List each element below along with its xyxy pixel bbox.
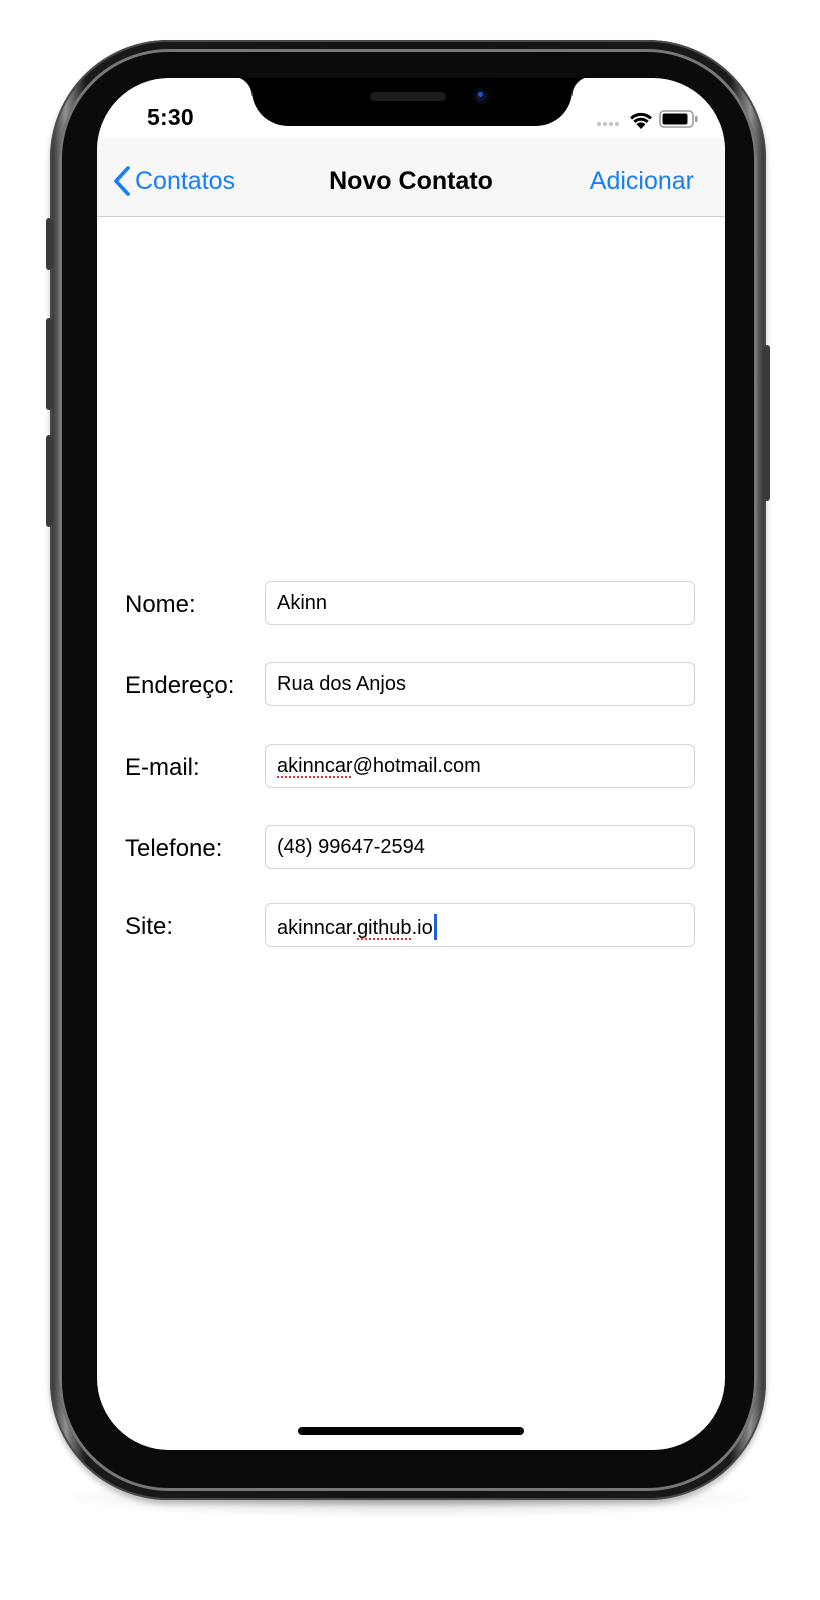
nome-field[interactable]: Akinn <box>265 581 695 625</box>
wifi-icon <box>630 112 652 129</box>
telefone-label: Telefone: <box>125 835 223 862</box>
email-value-misspelled: akinncar <box>277 755 353 777</box>
power-button <box>764 345 770 501</box>
volume-up-button <box>46 318 52 410</box>
site-field[interactable]: akinncar.github.io <box>265 903 695 947</box>
notch <box>232 78 592 126</box>
form-row-endereco: Endereço: Rua dos Anjos <box>97 662 725 710</box>
site-value-misspelled: github <box>357 917 412 939</box>
site-value-pre: akinncar. <box>277 917 358 939</box>
form-row-site: Site: akinncar.github.io <box>97 903 725 951</box>
text-cursor <box>433 914 437 940</box>
home-indicator[interactable] <box>298 1427 524 1435</box>
navigation-bar: Contatos Novo Contato Adicionar <box>97 138 725 217</box>
signal-dots-icon <box>597 122 623 128</box>
battery-icon <box>659 110 698 128</box>
form-row-email: E-mail: akinncar@hotmail.com <box>97 744 725 792</box>
endereco-field[interactable]: Rua dos Anjos <box>265 662 695 706</box>
screen: 5:30 Contatos Novo Contato Adicionar Nom… <box>97 78 725 1450</box>
email-field[interactable]: akinncar@hotmail.com <box>265 744 695 788</box>
nome-label: Nome: <box>125 591 196 618</box>
nome-value: Akinn <box>277 592 328 614</box>
speaker-grill <box>370 92 446 101</box>
mute-switch <box>46 218 52 270</box>
email-value-rest: @hotmail.com <box>352 755 481 777</box>
form-row-nome: Nome: Akinn <box>97 581 725 629</box>
volume-down-button <box>46 435 52 527</box>
add-button[interactable]: Adicionar <box>590 167 694 196</box>
email-label: E-mail: <box>125 754 200 781</box>
endereco-value: Rua dos Anjos <box>277 673 406 695</box>
form-row-telefone: Telefone: (48) 99647-2594 <box>97 825 725 873</box>
site-value-post: .io <box>411 917 433 939</box>
telefone-field[interactable]: (48) 99647-2594 <box>265 825 695 869</box>
site-label: Site: <box>125 913 174 940</box>
camera-icon <box>473 88 489 104</box>
status-time: 5:30 <box>147 104 194 130</box>
endereco-label: Endereço: <box>125 672 235 699</box>
telefone-value: (48) 99647-2594 <box>277 836 425 858</box>
